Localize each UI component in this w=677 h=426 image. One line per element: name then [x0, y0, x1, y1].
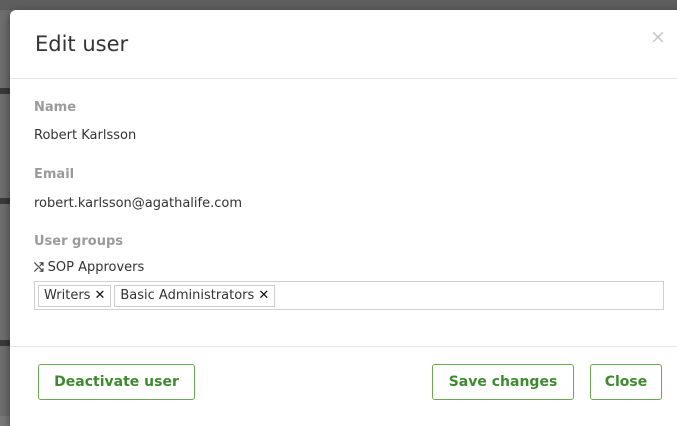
remove-tag-icon[interactable]: ✕ — [258, 288, 269, 303]
save-changes-button[interactable]: Save changes — [432, 364, 574, 400]
modal-title: Edit user — [35, 32, 129, 56]
backdrop-top-strip — [0, 0, 677, 10]
email-value: robert.karlsson@agathalife.com — [34, 196, 242, 211]
backdrop-marker — [0, 88, 10, 94]
close-icon[interactable]: × — [650, 28, 666, 47]
close-button[interactable]: Close — [590, 364, 662, 400]
shuffle-icon: ⤭ — [34, 260, 44, 274]
group-tag-label: Writers — [44, 288, 91, 303]
modal-footer: Deactivate user Save changes Close — [10, 346, 677, 417]
name-label: Name — [34, 100, 77, 115]
group-tag-basic-administrators: Basic Administrators ✕ — [114, 284, 276, 307]
email-label: Email — [34, 167, 75, 182]
remove-tag-icon[interactable]: ✕ — [94, 288, 105, 303]
modal-header: Edit user × — [10, 10, 677, 79]
name-value: Robert Karlsson — [34, 128, 137, 143]
group-dropdown-item[interactable]: ⤭ SOP Approvers — [34, 260, 144, 275]
group-dropdown-item-label: SOP Approvers — [47, 260, 145, 275]
edit-user-modal: Edit user × Name Robert Karlsson Email r… — [10, 10, 677, 426]
deactivate-user-button[interactable]: Deactivate user — [38, 364, 195, 400]
group-tag-writers: Writers ✕ — [38, 284, 112, 307]
backdrop-marker — [0, 198, 10, 204]
user-groups-tags-input[interactable]: Writers ✕ Basic Administrators ✕ — [34, 281, 664, 310]
group-tag-label: Basic Administrators — [120, 288, 255, 303]
user-groups-label: User groups — [34, 234, 123, 249]
backdrop-marker — [0, 340, 10, 346]
